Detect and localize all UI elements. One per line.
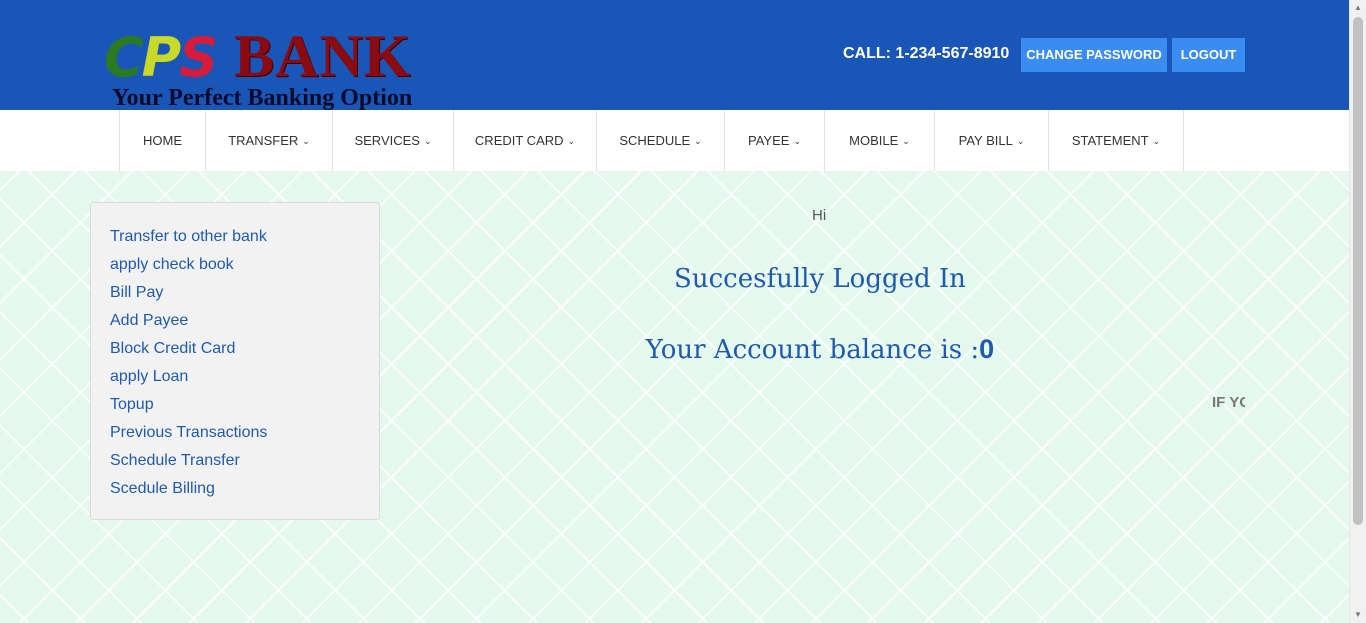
nav-item-transfer[interactable]: TRANSFER ⌄: [206, 110, 333, 171]
nav-item-pay-bill[interactable]: PAY BILL ⌄: [935, 110, 1049, 171]
account-balance: Your Account balance is :0: [540, 330, 1100, 369]
sidebar-panel: Transfer to other bank apply check book …: [90, 202, 380, 520]
scrollbar-thumb[interactable]: [1353, 17, 1363, 525]
greeting-text: Hi: [812, 207, 827, 224]
nav-item-services[interactable]: SERVICES ⌄: [333, 110, 454, 171]
sidebar-link-add-payee[interactable]: Add Payee: [110, 307, 267, 335]
nav-menu: HOME TRANSFER ⌄ SERVICES ⌄ CREDIT CARD ⌄ SC…: [119, 110, 1184, 171]
nav-item-credit-card[interactable]: CREDIT CARD ⌄: [454, 110, 597, 171]
login-success-message: Succesfully Logged In: [674, 264, 966, 294]
nav-item-home[interactable]: HOME: [120, 110, 206, 171]
sidebar-link-transfer-other-bank[interactable]: Transfer to other bank: [110, 223, 267, 251]
nav-item-label: TRANSFER: [228, 133, 299, 148]
logout-button[interactable]: LOGOUT: [1172, 38, 1245, 72]
sidebar-link-schedule-transfer[interactable]: Schedule Transfer: [110, 447, 267, 475]
balance-label: Your Account balance is :: [645, 335, 980, 365]
chevron-down-icon: ⌄: [694, 136, 702, 146]
page: CPS BANK Your Perfect Banking Option CALL…: [0, 0, 1366, 623]
scrolling-notice-text: IF YO: [1212, 394, 1245, 411]
scroll-down-arrow-icon[interactable]: ▼: [1350, 607, 1366, 623]
chevron-down-icon: ⌄: [793, 136, 801, 146]
nav-item-label: MOBILE: [849, 133, 899, 148]
chevron-down-icon: ⌄: [302, 136, 310, 146]
sidebar-link-schedule-billing[interactable]: Scedule Billing: [110, 475, 267, 503]
sidebar-link-block-credit-card[interactable]: Block Credit Card: [110, 335, 267, 363]
nav-item-label: PAYEE: [748, 133, 790, 148]
logo-tagline: Your Perfect Banking Option: [112, 85, 413, 111]
logo-initials: CPS: [104, 26, 218, 89]
nav-item-label: SERVICES: [354, 133, 420, 148]
nav-item-label: SCHEDULE: [619, 133, 691, 148]
balance-value: 0: [979, 334, 995, 364]
nav-item-mobile[interactable]: MOBILE ⌄: [825, 110, 935, 171]
header-bar: CPS BANK Your Perfect Banking Option CALL…: [0, 0, 1349, 111]
chevron-down-icon: ⌄: [567, 136, 576, 146]
nav-item-label: PAY BILL: [958, 133, 1013, 148]
page-scrollbar[interactable]: ▲ ▼: [1349, 0, 1366, 623]
chevron-down-icon: ⌄: [1152, 136, 1161, 146]
nav-item-statement[interactable]: STATEMENT ⌄: [1049, 110, 1184, 171]
chevron-down-icon: ⌄: [1016, 136, 1025, 146]
sidebar-link-apply-check-book[interactable]: apply check book: [110, 251, 267, 279]
logo-wordmark: CPS BANK: [104, 23, 412, 89]
sidebar-link-apply-loan[interactable]: apply Loan: [110, 363, 267, 391]
nav-item-label: CREDIT CARD: [474, 133, 564, 148]
scroll-up-arrow-icon[interactable]: ▲: [1350, 0, 1366, 16]
nav-item-payee[interactable]: PAYEE ⌄: [725, 110, 825, 171]
nav-item-label: STATEMENT: [1071, 133, 1149, 148]
sidebar-link-bill-pay[interactable]: Bill Pay: [110, 279, 267, 307]
logo-brand-name: BANK: [234, 23, 412, 89]
nav-item-label: HOME: [143, 133, 182, 148]
nav-item-schedule[interactable]: SCHEDULE ⌄: [597, 110, 725, 171]
sidebar-links: Transfer to other bank apply check book …: [110, 223, 267, 503]
bank-logo[interactable]: CPS BANK Your Perfect Banking Option: [104, 23, 466, 111]
call-number: CALL: 1-234-567-8910: [843, 45, 1010, 62]
chevron-down-icon: ⌄: [423, 136, 432, 146]
sidebar-link-previous-transactions[interactable]: Previous Transactions: [110, 419, 267, 447]
chevron-down-icon: ⌄: [902, 136, 910, 146]
scrolling-notice: IF YO: [1190, 393, 1245, 415]
content-area: Transfer to other bank apply check book …: [0, 171, 1349, 623]
sidebar-link-topup[interactable]: Topup: [110, 391, 267, 419]
change-password-button[interactable]: CHANGE PASSWORD: [1021, 38, 1167, 72]
main-nav: HOME TRANSFER ⌄ SERVICES ⌄ CREDIT CARD ⌄ SC…: [0, 110, 1349, 172]
